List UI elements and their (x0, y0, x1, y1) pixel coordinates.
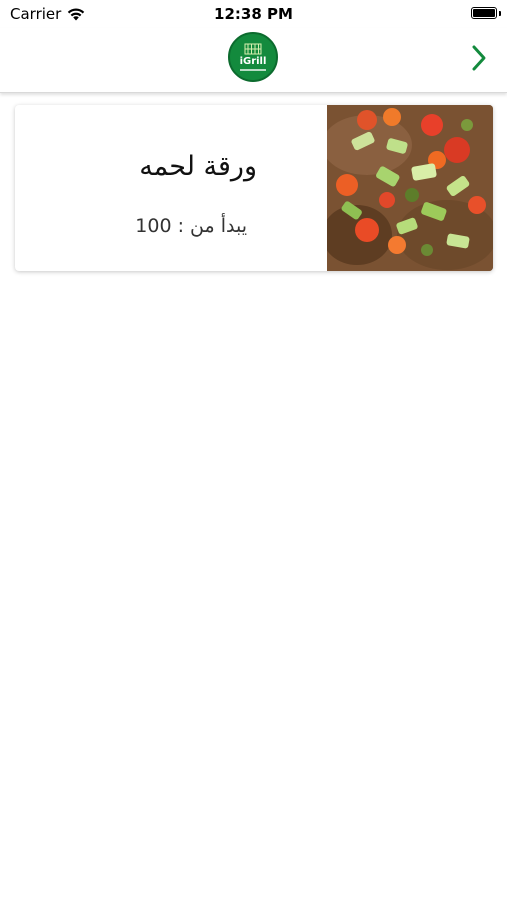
nav-bar: iGrill (0, 28, 507, 93)
status-bar: Carrier 12:38 PM (0, 0, 507, 28)
product-image (327, 105, 493, 271)
status-time: 12:38 PM (214, 5, 293, 23)
chevron-right-icon[interactable] (469, 44, 489, 72)
battery-fill (473, 9, 495, 17)
product-price: يبدأ من : 100 (135, 215, 247, 237)
logo-text: iGrill (239, 56, 267, 67)
product-card[interactable]: ورقة لحمه يبدأ من : 100 (15, 105, 493, 271)
battery-icon (471, 7, 497, 19)
igrill-logo: iGrill (228, 32, 278, 82)
product-title: ورقة لحمه (139, 151, 257, 182)
battery-nub (499, 11, 501, 16)
logo-subline (240, 69, 266, 71)
grill-icon (244, 43, 262, 55)
